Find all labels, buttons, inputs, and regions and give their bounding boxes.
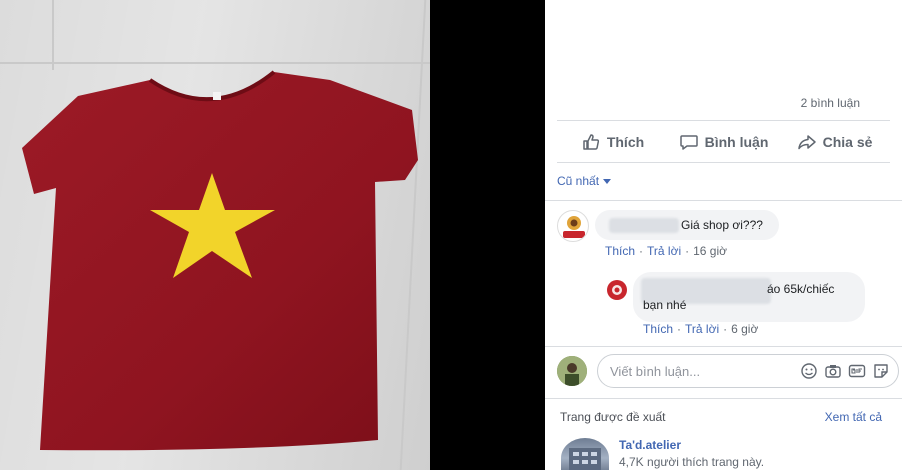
reply-text-line2: bạn nhé bbox=[643, 298, 687, 312]
avatar[interactable] bbox=[607, 280, 627, 300]
chevron-down-icon bbox=[603, 178, 612, 184]
suggested-page-likes: 4,7K người thích trang này. bbox=[619, 455, 765, 469]
user-avatar-icon bbox=[557, 356, 587, 386]
post-photo[interactable] bbox=[0, 0, 430, 470]
avatar-logo-icon bbox=[612, 285, 622, 295]
comment-meta: Thích · Trả lời · 16 giờ bbox=[605, 244, 727, 258]
post-action-bar: Thích Bình luận Chia sẻ bbox=[557, 124, 890, 160]
avatar-logo-icon bbox=[563, 216, 585, 238]
post-photo-viewer bbox=[0, 0, 545, 470]
comment-count[interactable]: 2 bình luận bbox=[801, 96, 860, 110]
gif-icon[interactable] bbox=[848, 362, 866, 380]
share-icon bbox=[797, 135, 816, 150]
comment-icon bbox=[679, 135, 698, 150]
like-button[interactable]: Thích bbox=[557, 124, 668, 160]
comment-label: Bình luận bbox=[704, 134, 769, 150]
divider bbox=[545, 346, 902, 347]
tshirt-tag bbox=[213, 92, 221, 100]
see-all-link[interactable]: Xem tất cả bbox=[825, 410, 882, 424]
suggested-page-avatar[interactable] bbox=[561, 438, 609, 470]
suggested-page-name[interactable]: Ta'd.atelier bbox=[619, 438, 681, 452]
comment-bubble: Giá shop ơi??? bbox=[595, 210, 779, 240]
camera-icon[interactable] bbox=[824, 362, 842, 380]
reply-reply-link[interactable]: Trả lời bbox=[685, 322, 719, 336]
comment-input[interactable]: Viết bình luận... bbox=[597, 354, 899, 388]
divider bbox=[557, 162, 890, 163]
reply-like-link[interactable]: Thích bbox=[643, 322, 673, 336]
avatar[interactable] bbox=[557, 210, 589, 242]
comment-like-link[interactable]: Thích bbox=[605, 244, 635, 258]
comments-panel: 2 bình luận Thích Bình luận Chia sẻ Cũ n… bbox=[545, 0, 902, 470]
comment-text: Giá shop ơi??? bbox=[681, 218, 763, 232]
share-button[interactable]: Chia sẻ bbox=[779, 124, 890, 160]
like-icon bbox=[583, 134, 599, 150]
reply-time[interactable]: 6 giờ bbox=[731, 322, 758, 336]
reply-meta: Thích · Trả lời · 6 giờ bbox=[643, 322, 759, 336]
comment-input-placeholder: Viết bình luận... bbox=[610, 363, 701, 379]
reply-bubble: áo 65k/chiếc bạn nhé bbox=[633, 272, 865, 322]
divider bbox=[545, 398, 902, 399]
emoji-icon[interactable] bbox=[800, 362, 818, 380]
sort-label: Cũ nhất bbox=[557, 174, 600, 188]
divider bbox=[557, 120, 890, 121]
building-icon bbox=[569, 448, 601, 470]
reply-text-line1: áo 65k/chiếc bbox=[767, 282, 835, 296]
comment-time[interactable]: 16 giờ bbox=[693, 244, 727, 258]
sticker-icon[interactable] bbox=[872, 362, 890, 380]
share-label: Chia sẻ bbox=[822, 134, 873, 150]
tshirt-image bbox=[22, 70, 418, 451]
avatar[interactable] bbox=[557, 356, 587, 386]
suggested-pages-title: Trang được đề xuất bbox=[560, 410, 666, 424]
sort-dropdown[interactable]: Cũ nhất bbox=[557, 174, 612, 188]
comment-reply-link[interactable]: Trả lời bbox=[647, 244, 681, 258]
like-label: Thích bbox=[606, 134, 645, 150]
comment-button[interactable]: Bình luận bbox=[668, 124, 779, 160]
composer-tools bbox=[800, 362, 890, 380]
redacted-author-name bbox=[609, 218, 679, 233]
tshirt-body bbox=[22, 72, 418, 451]
divider bbox=[545, 200, 902, 201]
